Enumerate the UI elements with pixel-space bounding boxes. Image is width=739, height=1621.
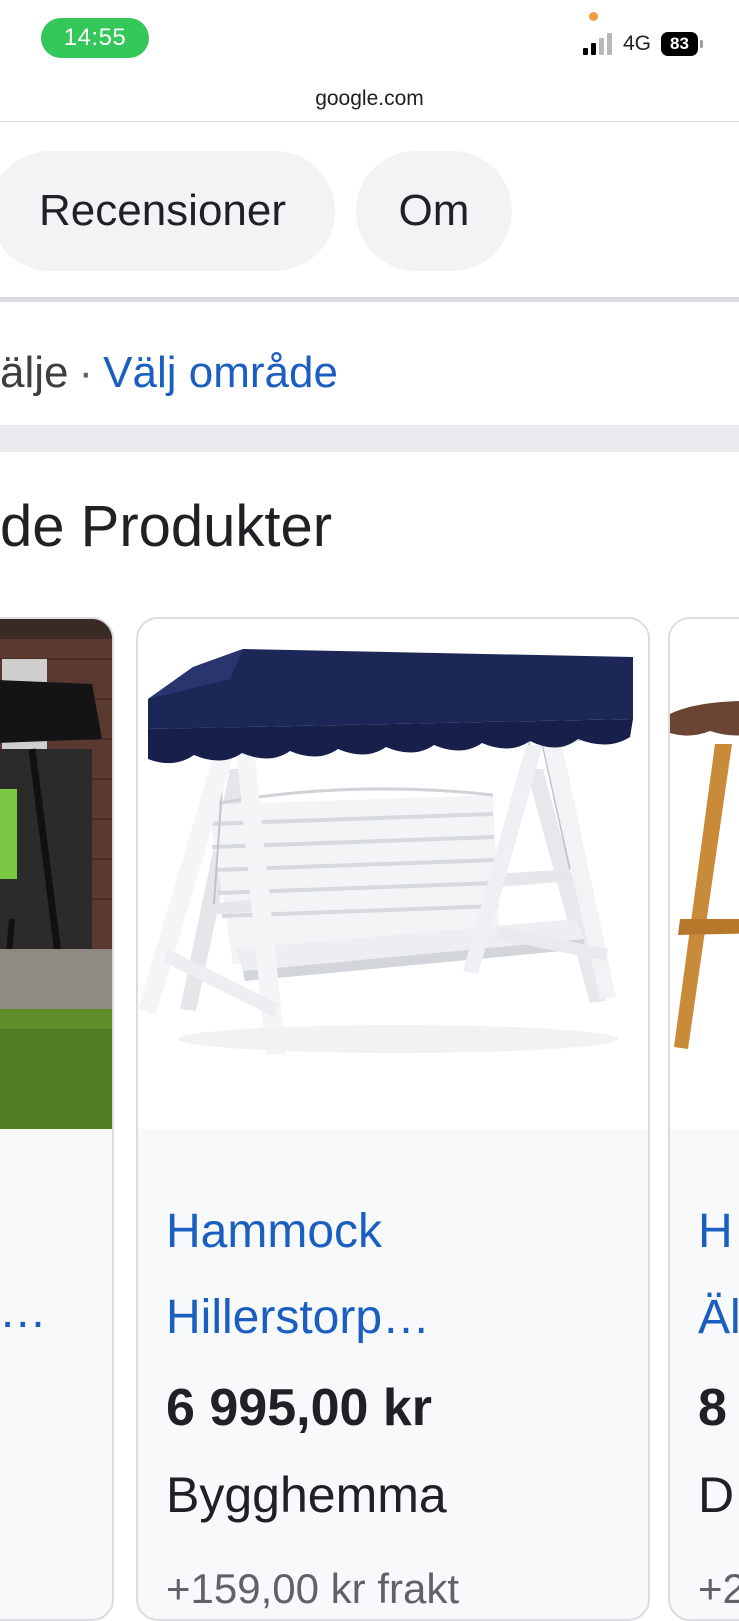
product-price: 8	[698, 1379, 727, 1437]
product-title-line: Äl	[698, 1291, 739, 1344]
product-image	[0, 619, 112, 1129]
battery-icon: 83	[661, 32, 703, 56]
network-type: 4G	[623, 32, 652, 55]
product-card[interactable]: a…	[0, 617, 114, 1621]
product-card-hammock-hillerstorp[interactable]: Hammock Hillerstorp… 6 995,00 kr Bygghem…	[136, 617, 650, 1621]
swing-bench-image	[138, 619, 648, 1129]
product-title-line: Hammock	[166, 1205, 383, 1258]
product-shipping: +159,00 kr frakt	[166, 1565, 459, 1612]
product-image	[670, 619, 739, 1129]
location-text: älje	[0, 348, 69, 397]
product-card[interactable]: H Äl 8 D +2	[668, 617, 739, 1621]
product-image	[138, 619, 648, 1129]
status-bar: 14:55 4G 83	[0, 0, 739, 78]
choose-area-link[interactable]: Välj område	[103, 348, 338, 397]
location-row: älje · Välj område	[0, 338, 338, 408]
location-separator: ·	[78, 348, 94, 397]
product-title-line: H	[698, 1205, 733, 1258]
product-title-link[interactable]: H Äl	[698, 1189, 739, 1361]
product-title-line: Hillerstorp…	[166, 1291, 431, 1344]
battery-tip	[700, 40, 703, 48]
product-title[interactable]: a…	[0, 1269, 47, 1355]
product-price: 6 995,00 kr	[166, 1379, 433, 1437]
divider	[0, 297, 739, 302]
product-title-link[interactable]: Hammock Hillerstorp…	[166, 1189, 636, 1361]
status-time: 14:55	[41, 18, 149, 58]
battery-level: 83	[661, 32, 698, 56]
tab-reviews[interactable]: Recensioner	[0, 151, 335, 271]
url-divider	[0, 121, 739, 122]
section-separator	[0, 425, 739, 452]
privacy-indicator-dot	[589, 12, 598, 21]
section-title: de Produkter	[0, 494, 333, 559]
tab-about[interactable]: Om	[356, 151, 512, 271]
product-store: D	[698, 1467, 735, 1523]
swing-bench-image	[670, 619, 739, 1129]
swing-photo-image	[0, 619, 112, 1129]
url-bar[interactable]: google.com	[0, 82, 739, 120]
cellular-signal-icon	[583, 33, 612, 55]
product-shipping: +2	[698, 1565, 739, 1612]
product-store: Bygghemma	[166, 1467, 447, 1523]
